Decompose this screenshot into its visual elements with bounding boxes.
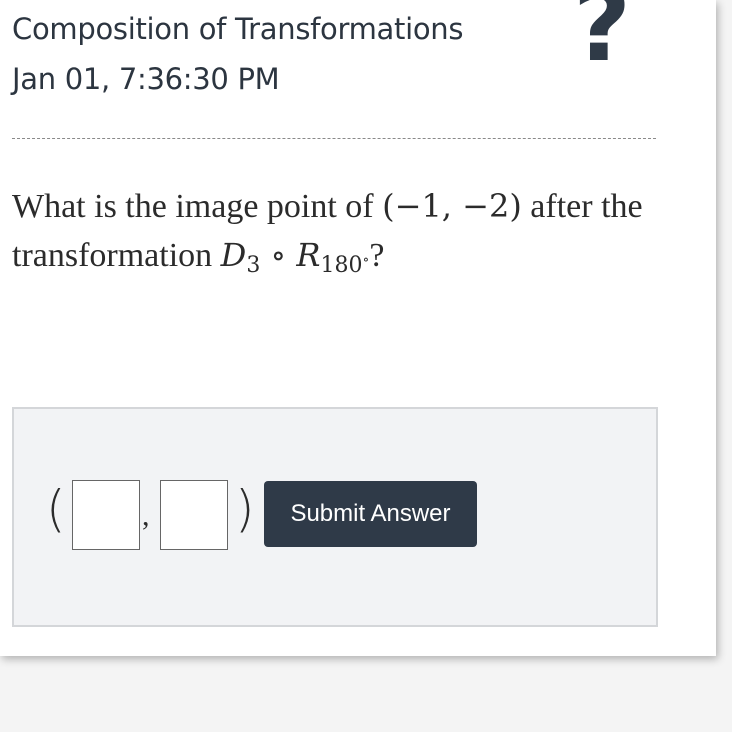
submit-answer-button[interactable]: Submit Answer [264,481,477,547]
x-coordinate-box[interactable] [72,480,140,550]
x-coordinate-input[interactable] [73,481,139,549]
point-coordinates: (−1, −2) [382,187,522,225]
question-text: What is the image point of (−1, −2) afte… [12,182,672,290]
compose-symbol: ∘ [270,236,287,274]
transformation-expression: D3 ∘ R180∘ [220,236,370,278]
question-mark-icon[interactable]: ? [566,0,638,78]
y-coordinate-box[interactable] [160,480,228,550]
rotation-letter: R [296,236,321,274]
comma: , [142,499,150,532]
rotation-angle: 180 [320,253,363,278]
answer-panel: ( , ) Submit Answer [12,407,658,627]
timestamp: Jan 01, 7:36:30 PM [12,62,280,96]
question-card: Composition of Transformations Jan 01, 7… [0,0,716,656]
question-text-part1: What is the image point of [12,188,383,225]
question-end: ? [369,237,385,274]
dilation-letter: D [220,236,247,274]
dilation-factor: 3 [246,253,261,278]
assignment-title: Composition of Transformations [12,12,464,46]
y-coordinate-input[interactable] [161,481,227,549]
close-paren: ) [235,480,255,538]
open-paren: ( [46,480,66,538]
divider [12,138,656,139]
